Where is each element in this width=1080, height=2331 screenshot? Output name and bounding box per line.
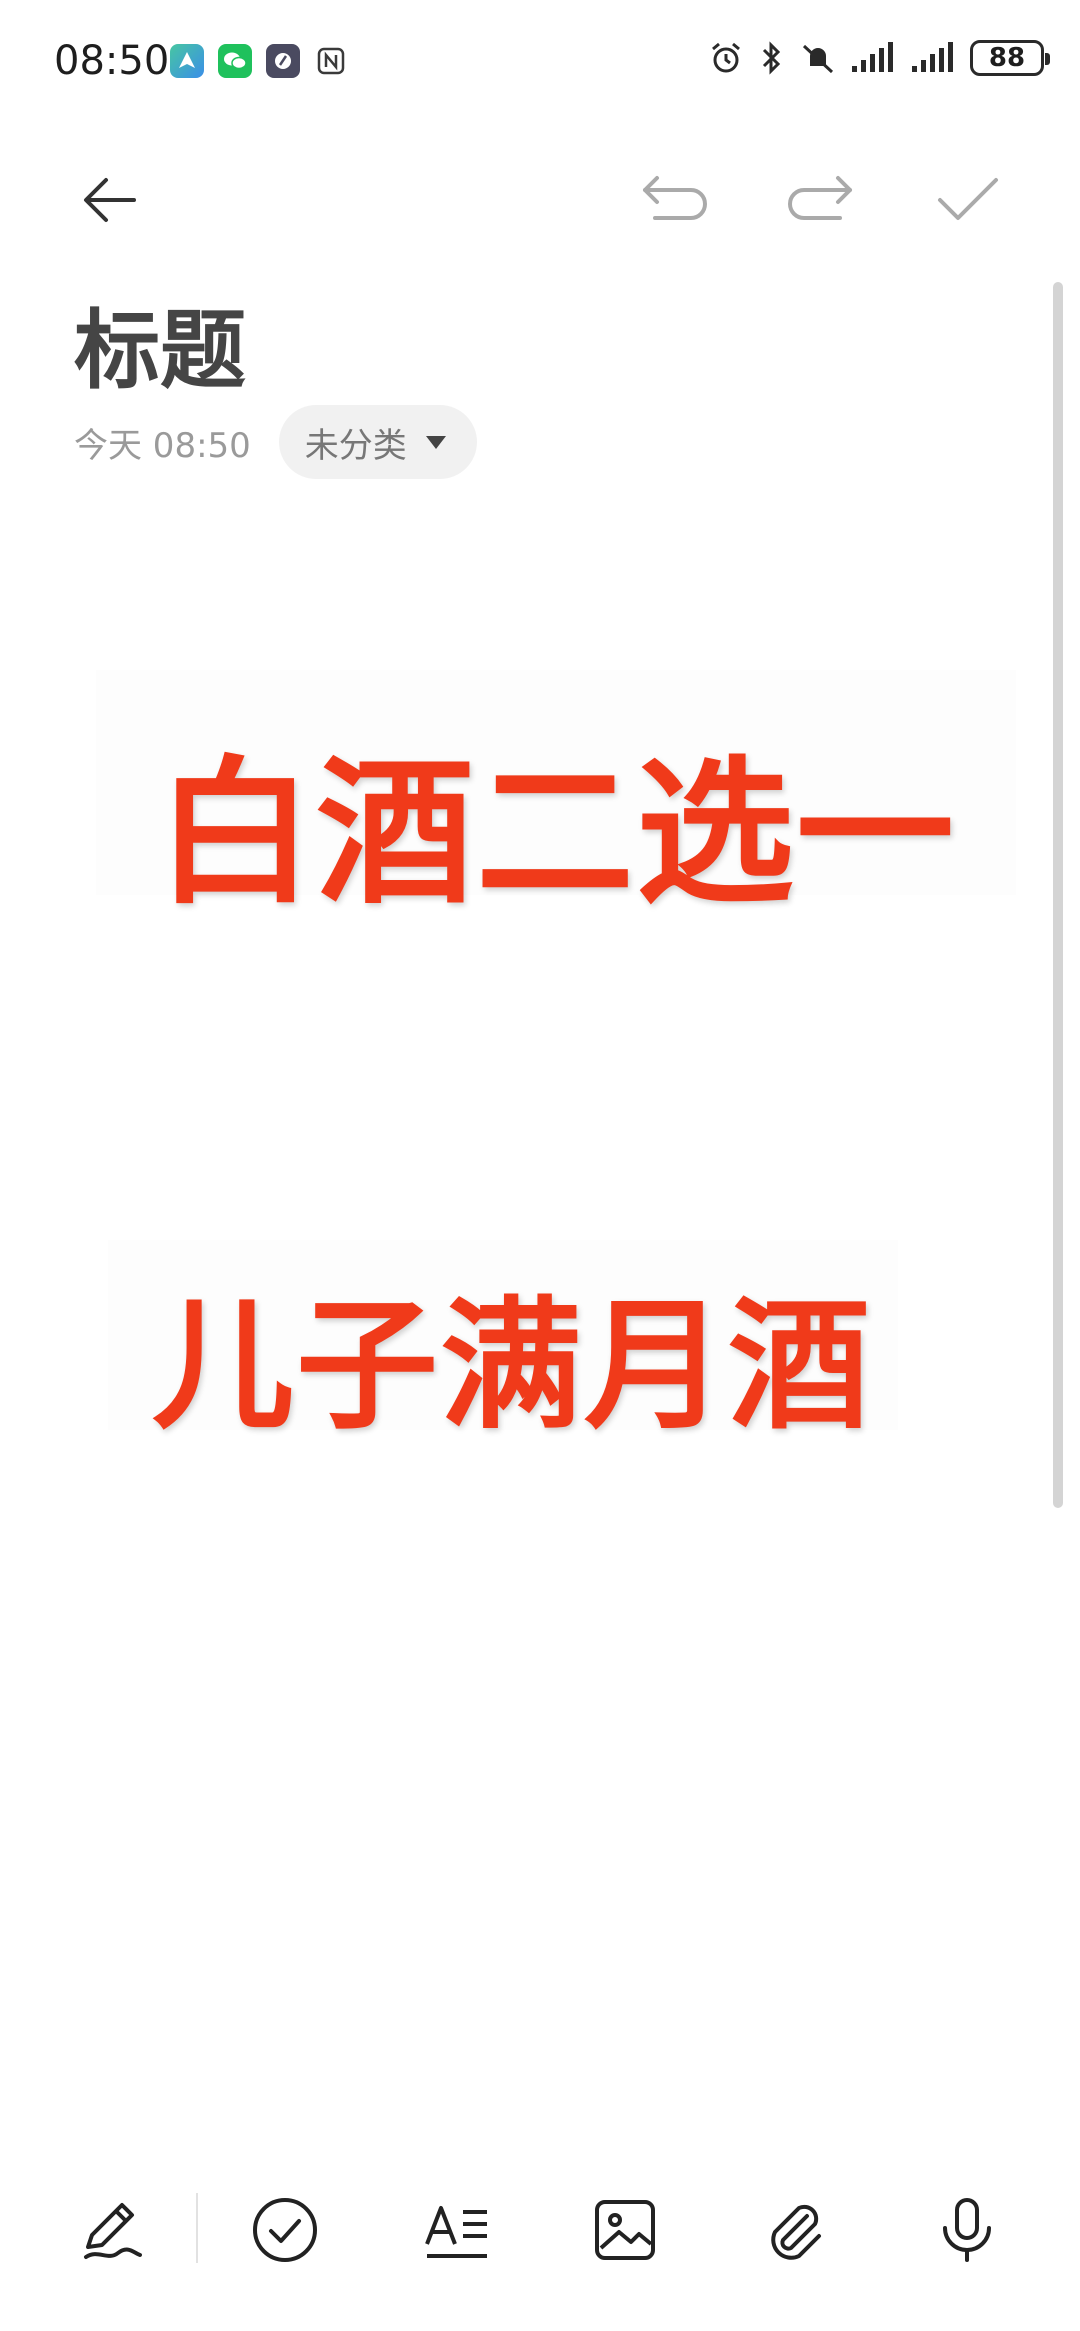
app-icon — [266, 44, 300, 78]
note-title[interactable]: 标题 — [74, 280, 246, 405]
undo-icon — [643, 176, 707, 220]
mute-icon — [802, 44, 834, 74]
maps-icon — [170, 44, 204, 78]
signal-icon — [852, 42, 893, 72]
insert-image-button[interactable] — [570, 2175, 680, 2285]
battery-level: 88 — [988, 43, 1026, 73]
image-icon — [595, 2200, 655, 2260]
chevron-down-icon — [425, 436, 446, 449]
voice-input-button[interactable] — [912, 2175, 1022, 2285]
signal-icon — [912, 42, 953, 72]
attachment-icon — [771, 2204, 821, 2260]
scrollbar[interactable] — [1053, 282, 1063, 1508]
note-meta: 今天 08:50 未分类 — [74, 405, 477, 479]
content-image[interactable]: 白酒二选一 儿子满月酒 — [96, 670, 1016, 1449]
toolbar-divider — [196, 2193, 198, 2263]
status-app-icons — [170, 44, 348, 78]
nfc-icon — [314, 44, 348, 78]
note-editor-screen: 08:50 88 标题 今天 08:50 未分类 白酒二选一 儿子满月酒 — [0, 0, 1080, 2331]
attachment-button[interactable] — [740, 2175, 850, 2285]
text-format-button[interactable] — [402, 2175, 512, 2285]
status-system-icons: 88 — [708, 40, 1050, 76]
bottom-toolbar — [0, 2175, 1080, 2285]
done-button[interactable] — [918, 150, 1018, 250]
redo-icon — [788, 176, 852, 220]
microphone-icon — [943, 2198, 991, 2262]
checklist-icon — [253, 2198, 317, 2262]
back-arrow-icon — [84, 178, 136, 222]
checklist-button[interactable] — [230, 2175, 340, 2285]
text-format-icon — [425, 2206, 487, 2258]
handwriting-icon — [84, 2203, 142, 2259]
note-date: 今天 08:50 — [74, 425, 251, 466]
battery-indicator: 88 — [970, 40, 1050, 76]
wechat-icon — [218, 44, 252, 78]
alarm-icon — [712, 42, 740, 73]
handwriting-button[interactable] — [58, 2175, 168, 2285]
check-icon — [938, 178, 998, 220]
redo-button[interactable] — [770, 150, 870, 250]
image-headline-1: 白酒二选一 — [156, 742, 956, 926]
bluetooth-icon — [762, 41, 781, 75]
status-time: 08:50 — [54, 38, 170, 84]
back-button[interactable] — [60, 150, 160, 250]
image-headline-2: 儿子满月酒 — [152, 1284, 872, 1449]
category-label: 未分类 — [304, 425, 407, 466]
status-bar: 08:50 88 — [0, 0, 1080, 120]
undo-button[interactable] — [625, 150, 725, 250]
category-selector[interactable]: 未分类 — [278, 405, 477, 479]
editor-toolbar — [0, 150, 1080, 250]
